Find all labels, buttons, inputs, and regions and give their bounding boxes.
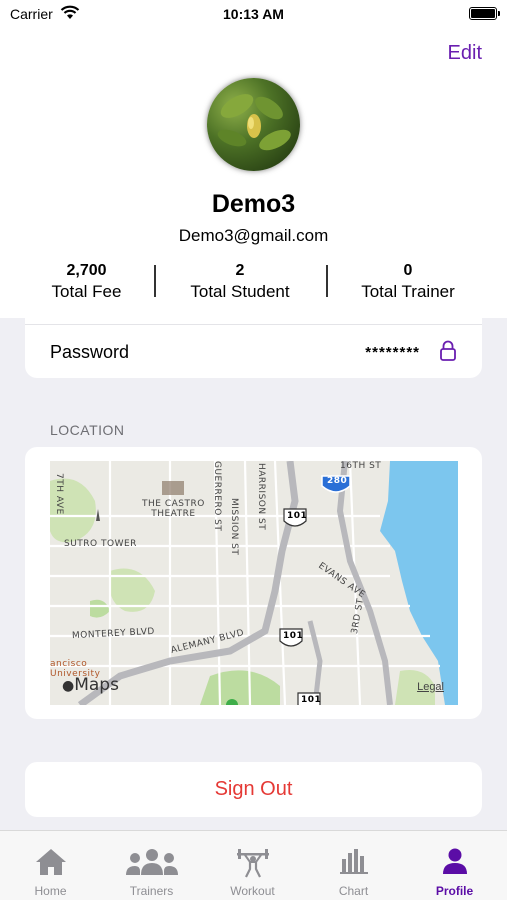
tab-profile[interactable]: Profile xyxy=(404,831,505,900)
stat-label: Total Student xyxy=(190,282,290,301)
stat-label: Total Fee xyxy=(51,282,122,301)
legal-link[interactable]: Legal xyxy=(417,681,444,693)
tab-label: Profile xyxy=(435,884,474,898)
bar-chart-icon xyxy=(339,849,368,874)
lock-icon[interactable] xyxy=(439,340,457,362)
apple-icon: ● xyxy=(62,678,75,694)
person-icon xyxy=(442,848,467,874)
tab-label: Chart xyxy=(338,884,369,898)
stat-total-trainer: 0 Total Trainer xyxy=(343,261,473,303)
sign-out-button[interactable]: Sign Out xyxy=(25,778,482,801)
stat-value: 2,700 xyxy=(66,262,107,279)
highway-101-label: 101 xyxy=(301,695,322,705)
tab-label: Home xyxy=(34,884,67,898)
map-base xyxy=(50,461,458,705)
stat-total-student: 2 Total Student xyxy=(170,261,310,303)
map-label-harrison: HARRISON ST xyxy=(256,463,266,531)
map-label-sutro: SUTRO TOWER xyxy=(64,539,137,549)
stat-value: 0 xyxy=(403,262,413,279)
apple-maps-logo: ●Maps xyxy=(62,675,119,695)
profile-name: Demo3 xyxy=(211,190,296,218)
tab-workout[interactable]: Workout xyxy=(202,831,303,900)
highway-280-label: 280 xyxy=(327,476,348,486)
battery-icon xyxy=(469,7,500,20)
location-section-title: LOCATION xyxy=(50,422,125,438)
map-label-castro: THE CASTRO THEATRE xyxy=(142,499,205,519)
maps-brand-label: Maps xyxy=(74,675,119,695)
tab-label: Workout xyxy=(230,884,275,898)
password-value: ******** xyxy=(365,344,420,361)
map-label-16th: 16TH ST xyxy=(340,461,382,471)
location-card: GUERRERO ST MISSION ST HARRISON ST 7TH A… xyxy=(25,447,482,719)
tab-label: Trainers xyxy=(129,884,174,898)
status-time: 10:13 AM xyxy=(223,6,284,22)
password-row[interactable]: Password ******** xyxy=(25,318,482,378)
password-label: Password xyxy=(50,342,130,362)
highway-101-label: 101 xyxy=(283,631,304,641)
stat-total-fee: 2,700 Total Fee xyxy=(35,261,138,303)
map-label-guerrero: GUERRERO ST xyxy=(212,461,222,532)
location-map[interactable]: GUERRERO ST MISSION ST HARRISON ST 7TH A… xyxy=(50,461,458,705)
avatar[interactable] xyxy=(207,78,300,171)
people-icon xyxy=(125,849,178,875)
highway-101-label: 101 xyxy=(287,511,308,521)
tab-home[interactable]: Home xyxy=(0,831,101,900)
profile-email: Demo3@gmail.com xyxy=(178,226,329,245)
weightlifter-icon xyxy=(236,849,269,878)
stat-label: Total Trainer xyxy=(361,282,455,301)
map-label-mission: MISSION ST xyxy=(229,498,239,556)
stat-divider xyxy=(154,265,156,297)
status-bar: Carrier 10:13 AM xyxy=(0,0,507,30)
tab-chart[interactable]: Chart xyxy=(303,831,404,900)
map-label-7th-ave: 7TH AVE xyxy=(54,473,64,515)
stat-value: 2 xyxy=(235,262,245,279)
tab-trainers[interactable]: Trainers xyxy=(101,831,202,900)
home-icon xyxy=(35,849,66,875)
stat-divider xyxy=(326,265,328,297)
row-separator xyxy=(25,324,482,325)
tab-bar: Home Trainers Workout Chart Profile xyxy=(0,830,507,900)
edit-button[interactable]: Edit xyxy=(448,42,482,65)
sign-out-card[interactable]: Sign Out xyxy=(25,762,482,817)
